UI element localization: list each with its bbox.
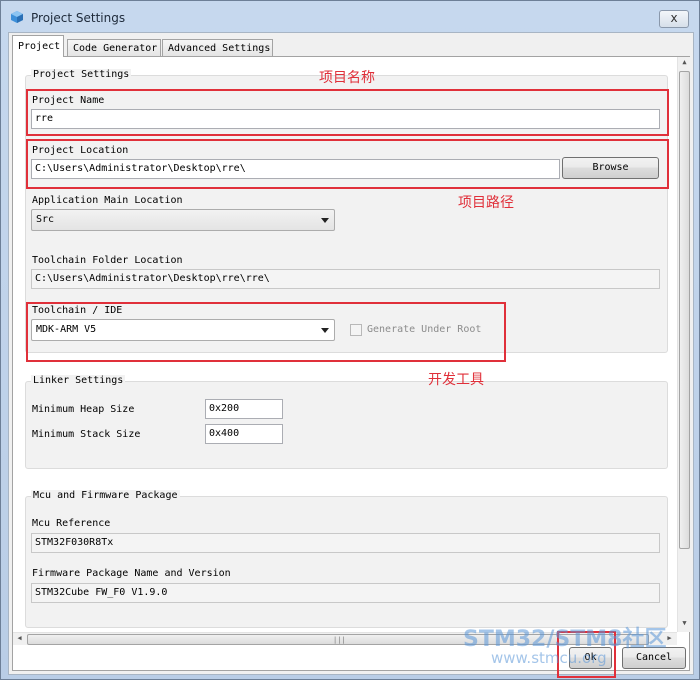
mcu-firmware-group: Mcu and Firmware Package Mcu Reference S… <box>25 490 668 628</box>
toolchain-folder-input: C:\Users\Administrator\Desktop\rre\rre\ <box>31 269 660 289</box>
annotation-project-path: 项目路径 <box>458 195 514 211</box>
tab-advanced-settings[interactable]: Advanced Settings <box>162 39 273 57</box>
app-cube-icon <box>11 11 23 23</box>
toolchain-folder-label: Toolchain Folder Location <box>32 255 183 266</box>
scroll-down-icon[interactable]: ▼ <box>678 619 691 627</box>
min-stack-label: Minimum Stack Size <box>32 429 141 440</box>
close-icon: x <box>670 11 678 25</box>
title-bar: Project Settings x <box>1 1 699 33</box>
scroll-up-icon[interactable]: ▲ <box>678 58 691 66</box>
project-location-highlight <box>26 139 669 189</box>
app-main-location-select[interactable]: Src <box>31 209 335 231</box>
close-button[interactable]: x <box>659 10 689 28</box>
vertical-scrollbar[interactable]: ▲ ▼ <box>677 57 690 632</box>
linker-settings-title: Linker Settings <box>31 375 126 386</box>
linker-settings-group: Linker Settings Minimum Heap Size 0x200 … <box>25 375 668 469</box>
toolchain-highlight <box>26 302 506 362</box>
min-stack-input[interactable]: 0x400 <box>205 424 283 444</box>
annotation-project-name: 项目名称 <box>319 70 375 86</box>
firmware-package-input: STM32Cube FW_F0 V1.9.0 <box>31 583 660 603</box>
tab-code-generator[interactable]: Code Generator <box>67 39 161 57</box>
mcu-reference-label: Mcu Reference <box>32 518 111 529</box>
tab-project[interactable]: Project <box>12 35 64 57</box>
mcu-reference-input: STM32F030R8Tx <box>31 533 660 553</box>
chevron-down-icon <box>321 218 329 223</box>
min-heap-input[interactable]: 0x200 <box>205 399 283 419</box>
min-heap-label: Minimum Heap Size <box>32 404 135 415</box>
watermark-url: www.stmcu.org <box>491 649 607 667</box>
annotation-dev-tool: 开发工具 <box>428 372 484 388</box>
window-title: Project Settings <box>31 11 126 25</box>
mcu-firmware-title: Mcu and Firmware Package <box>31 490 180 501</box>
vertical-scroll-thumb[interactable] <box>679 71 690 549</box>
project-name-highlight <box>26 89 669 136</box>
app-main-location-value: Src <box>36 214 55 225</box>
project-settings-title: Project Settings <box>31 69 132 80</box>
scroll-left-icon[interactable]: ◀ <box>13 634 26 642</box>
scroll-grip-icon: ||| <box>333 636 346 644</box>
firmware-package-label: Firmware Package Name and Version <box>32 568 231 579</box>
app-main-location-label: Application Main Location <box>32 195 183 206</box>
project-settings-window: Project Settings x Project Code Generato… <box>0 0 700 680</box>
